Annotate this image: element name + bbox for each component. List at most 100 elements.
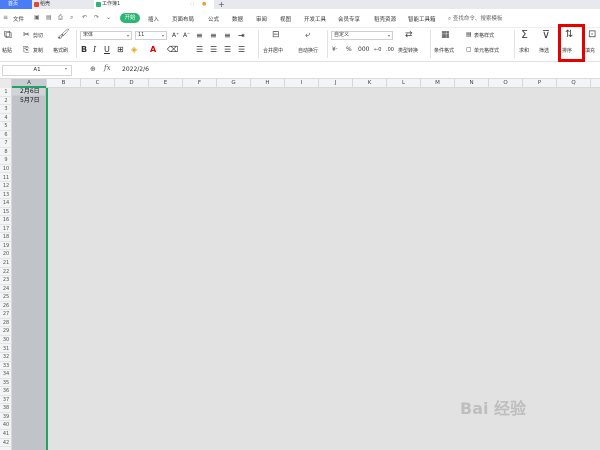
justify-icon[interactable]: ☰ — [238, 46, 245, 54]
command-search[interactable]: ⌕ 查找命令、搜索模板 — [448, 14, 502, 23]
align-middle-icon[interactable]: ≡ — [210, 32, 217, 40]
undo-icon[interactable]: ↶ — [82, 14, 87, 21]
column-header-k[interactable]: K — [353, 79, 387, 88]
row-header-24[interactable]: 24 — [0, 285, 12, 294]
save-icon[interactable]: ▣ — [34, 14, 40, 21]
row-header-22[interactable]: 22 — [0, 268, 12, 277]
tab-home[interactable]: 首页 — [0, 0, 32, 9]
row-header-28[interactable]: 28 — [0, 319, 12, 328]
fx-icon[interactable]: fx — [104, 64, 111, 72]
font-name-select[interactable]: 宋体 ▾ — [80, 31, 132, 40]
row-header-5[interactable]: 5 — [0, 122, 12, 131]
row-header-16[interactable]: 16 — [0, 216, 12, 225]
font-size-select[interactable]: 11 ▾ — [135, 31, 167, 40]
increase-decimal-icon[interactable]: ←0 — [374, 46, 381, 54]
column-header-o[interactable]: O — [489, 79, 523, 88]
menu-developer[interactable]: 开发工具 — [304, 15, 326, 23]
border-icon[interactable]: ⊞ — [117, 46, 124, 54]
zoom-icon[interactable]: ⊕ — [90, 65, 96, 73]
menu-member[interactable]: 会员专享 — [338, 15, 360, 23]
cell-a1[interactable]: 2月6日 — [20, 88, 40, 96]
menu-review[interactable]: 审阅 — [256, 15, 267, 23]
row-header-42[interactable]: 42 — [0, 439, 12, 448]
column-header-a[interactable]: A — [12, 79, 47, 88]
row-header-33[interactable]: 33 — [0, 362, 12, 371]
column-header-c[interactable]: C — [81, 79, 115, 88]
increase-font-icon[interactable]: A⁺ — [172, 32, 179, 40]
paste-icon[interactable]: ⧉ — [4, 29, 12, 40]
column-header-j[interactable]: J — [319, 79, 353, 88]
sum-button[interactable]: 求和 — [519, 47, 529, 54]
conditional-format-button[interactable]: 条件格式 — [434, 47, 454, 54]
italic-icon[interactable]: I — [93, 46, 96, 54]
underline-icon[interactable]: U — [104, 46, 110, 54]
row-header-34[interactable]: 34 — [0, 370, 12, 379]
row-header-20[interactable]: 20 — [0, 250, 12, 259]
merge-center-icon[interactable]: ⊟ — [272, 31, 280, 40]
table-style-button[interactable]: 表格样式 — [474, 32, 494, 39]
row-header-27[interactable]: 27 — [0, 310, 12, 319]
formula-input[interactable]: 2022/2/6 — [122, 66, 149, 73]
column-header-h[interactable]: H — [251, 79, 285, 88]
fill-button[interactable]: 填充 — [585, 47, 595, 54]
thousands-icon[interactable]: 000 — [358, 46, 369, 54]
menu-icon[interactable]: ≡ — [3, 14, 8, 21]
row-header-36[interactable]: 36 — [0, 387, 12, 396]
fill-color-icon[interactable]: ◈ — [131, 46, 137, 54]
row-header-12[interactable]: 12 — [0, 182, 12, 191]
copy-button[interactable]: 复制 — [33, 47, 43, 54]
menu-start[interactable]: 开始 — [120, 13, 140, 23]
decrease-decimal-icon[interactable]: .00 — [386, 46, 394, 54]
column-header-n[interactable]: N — [455, 79, 489, 88]
row-header-14[interactable]: 14 — [0, 199, 12, 208]
wrap-text-icon[interactable]: ⤶ — [305, 31, 310, 40]
align-left-icon[interactable]: ☰ — [196, 46, 203, 54]
select-all-corner[interactable] — [0, 79, 12, 88]
row-header-3[interactable]: 3 — [0, 105, 12, 114]
row-header-35[interactable]: 35 — [0, 379, 12, 388]
align-top-icon[interactable]: ≡ — [196, 32, 203, 40]
tab-workbook[interactable]: 工作簿1 ◌ ● — [94, 0, 214, 9]
font-color-icon[interactable]: A — [150, 46, 156, 54]
row-header-18[interactable]: 18 — [0, 233, 12, 242]
menu-data[interactable]: 数据 — [232, 15, 243, 23]
row-header-4[interactable]: 4 — [0, 114, 12, 123]
row-header-31[interactable]: 31 — [0, 345, 12, 354]
row-header-6[interactable]: 6 — [0, 131, 12, 140]
type-convert-icon[interactable]: ⇄ — [405, 31, 413, 40]
more-icon[interactable]: ⌄ — [106, 14, 111, 21]
chevron-down-icon[interactable]: ▾ — [65, 66, 67, 71]
redo-icon[interactable]: ↷ — [94, 14, 99, 21]
number-format-select[interactable]: 自定义 ▾ — [331, 31, 393, 40]
row-header-19[interactable]: 19 — [0, 242, 12, 251]
format-painter-button[interactable]: 格式刷 — [53, 47, 68, 54]
row-header-30[interactable]: 30 — [0, 336, 12, 345]
align-center-icon[interactable]: ☰ — [210, 46, 217, 54]
row-header-9[interactable]: 9 — [0, 156, 12, 165]
type-convert-button[interactable]: 类型转换 — [398, 47, 418, 54]
column-header-b[interactable]: B — [47, 79, 81, 88]
paste-button[interactable]: 粘贴 — [2, 47, 12, 54]
row-header-15[interactable]: 15 — [0, 208, 12, 217]
percent-icon[interactable]: % — [346, 46, 352, 54]
menu-file[interactable]: 文件 — [13, 15, 24, 23]
print-icon[interactable]: ⎙ — [58, 14, 63, 22]
row-header-29[interactable]: 29 — [0, 327, 12, 336]
column-header-d[interactable]: D — [115, 79, 149, 88]
column-header-e[interactable]: E — [149, 79, 183, 88]
cut-button[interactable]: 剪切 — [33, 32, 43, 39]
menu-formulas[interactable]: 公式 — [208, 15, 219, 23]
clear-format-icon[interactable]: ⌫ — [167, 46, 178, 54]
decrease-font-icon[interactable]: A⁻ — [183, 32, 190, 40]
column-header-q[interactable]: Q — [557, 79, 591, 88]
tab-docer[interactable]: 稻壳 — [32, 0, 94, 9]
align-right-icon[interactable]: ☰ — [224, 46, 231, 54]
merge-center-button[interactable]: 合并居中 — [263, 47, 283, 54]
row-header-41[interactable]: 41 — [0, 430, 12, 439]
currency-icon[interactable]: ¥· — [332, 46, 338, 54]
menu-view[interactable]: 视图 — [280, 15, 291, 23]
row-header-8[interactable]: 8 — [0, 148, 12, 157]
sum-icon[interactable]: Σ — [521, 29, 528, 40]
preview-icon[interactable]: ⌕ — [70, 14, 73, 22]
menu-page-layout[interactable]: 页面布局 — [172, 15, 194, 23]
